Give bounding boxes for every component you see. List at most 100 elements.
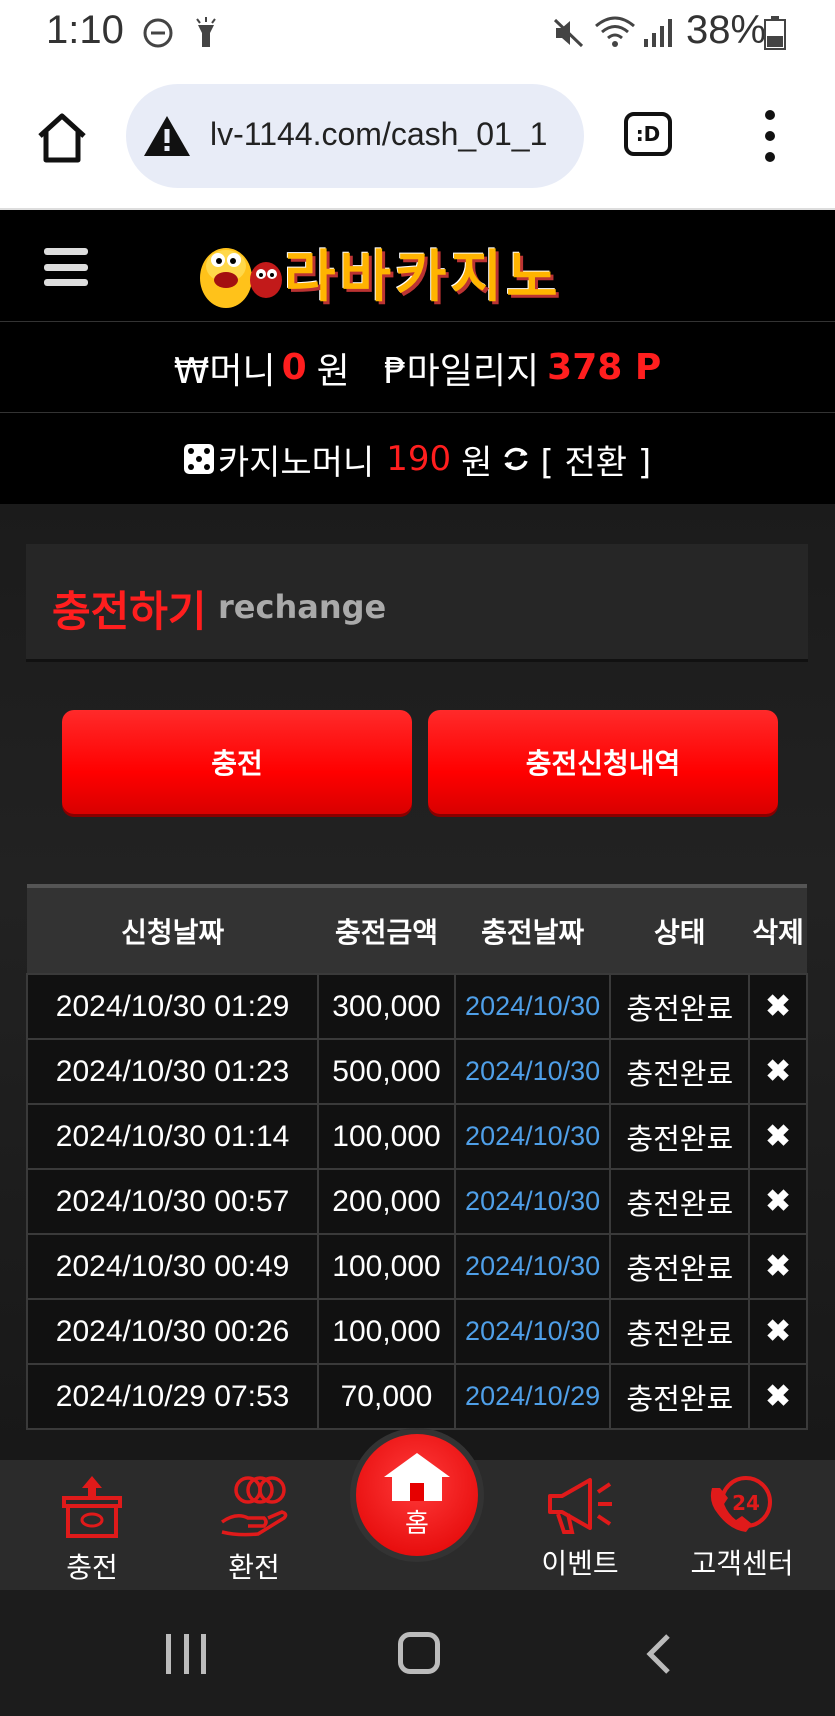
nav-exchange-label: 환전 (228, 1551, 280, 1584)
system-navigation-bar (0, 1590, 835, 1716)
home-icon (38, 113, 86, 163)
charge-history-button[interactable]: 충전신청내역 (428, 710, 778, 814)
tab-switcher-button[interactable]: :D (624, 112, 672, 156)
header-charge-date: 충전날짜 (454, 884, 611, 974)
browser-home-button[interactable] (32, 108, 92, 168)
main-content: 충전하기 rechange 충전 충전신청내역 신청날짜 충전금액 충전날짜 상… (0, 504, 835, 1460)
support-24-icon: 24 (710, 1476, 772, 1532)
table-row: 2024/10/30 00:26 100,000 2024/10/30 충전완료… (25, 1298, 808, 1365)
browser-menu-button[interactable] (760, 110, 780, 162)
browser-toolbar: lv-1144.com/cash_01_1 :D (0, 66, 835, 210)
refresh-icon[interactable] (500, 443, 532, 475)
charge-date-cell: 2024/10/30 (453, 1168, 612, 1235)
nav-event[interactable]: 이벤트 (520, 1474, 640, 1582)
battery-icon (764, 16, 786, 50)
convert-button[interactable]: [ 전환 ] (540, 435, 651, 484)
address-bar[interactable]: lv-1144.com/cash_01_1 (126, 84, 584, 188)
nav-home-button[interactable]: 홈 (350, 1428, 484, 1562)
request-date-cell: 2024/10/30 01:29 (25, 973, 320, 1040)
recent-apps-icon[interactable] (166, 1634, 206, 1674)
status-time: 1:10 (46, 8, 124, 52)
request-date-cell: 2024/10/30 01:23 (25, 1038, 320, 1105)
header-amount: 충전금액 (318, 884, 455, 974)
status-cell: 충전완료 (609, 1168, 751, 1235)
casino-money-unit: 원 (461, 442, 493, 483)
nav-event-label: 이벤트 (541, 1547, 619, 1580)
money-label: ₩머니 (173, 350, 276, 392)
bottom-navigation: 충전 환전 홈 이벤트 24 고객센터 (0, 1428, 835, 1590)
table-row: 2024/10/30 01:29 300,000 2024/10/30 충전완료… (25, 973, 808, 1040)
mileage-value: 378 P (547, 347, 662, 388)
charge-date-cell: 2024/10/30 (453, 1298, 612, 1365)
casino-money-value: 190 (386, 439, 452, 479)
header-status: 상태 (610, 884, 750, 974)
casino-money-row: 카지노머니 190 원 [ 전환 ] (0, 414, 835, 504)
table-row: 2024/10/30 00:49 100,000 2024/10/30 충전완료… (25, 1233, 808, 1300)
table-row: 2024/10/30 00:57 200,000 2024/10/30 충전완료… (25, 1168, 808, 1235)
coins-hand-icon (220, 1476, 288, 1537)
request-date-cell: 2024/10/30 00:26 (25, 1298, 320, 1365)
mileage-label: ₱마일리지 (383, 350, 540, 392)
request-date-cell: 2024/10/30 00:57 (25, 1168, 320, 1235)
nav-support-label: 고객센터 (690, 1547, 794, 1580)
table-header-row: 신청날짜 충전금액 충전날짜 상태 삭제 (27, 884, 807, 974)
home-icon (384, 1452, 450, 1501)
site-header: 라바카지노 (0, 212, 835, 322)
nav-charge[interactable]: 충전 (32, 1474, 152, 1586)
delete-icon[interactable]: ✖ (748, 1168, 808, 1235)
larva-mascot-icon (200, 248, 282, 308)
page-title: 충전하기 (52, 587, 207, 636)
megaphone-icon (548, 1478, 612, 1534)
dice-icon (183, 444, 214, 474)
svg-text:24: 24 (732, 1491, 760, 1515)
status-cell: 충전완료 (609, 973, 751, 1040)
nav-exchange[interactable]: 환전 (194, 1474, 314, 1586)
charge-box-icon (62, 1476, 122, 1538)
amount-cell: 200,000 (317, 1168, 456, 1235)
status-cell: 충전완료 (609, 1363, 751, 1430)
dnd-icon (142, 16, 174, 50)
request-date-cell: 2024/10/30 00:49 (25, 1233, 320, 1300)
charge-date-cell: 2024/10/30 (453, 973, 612, 1040)
delete-icon[interactable]: ✖ (748, 1363, 808, 1430)
charge-date-cell: 2024/10/29 (453, 1363, 612, 1430)
delete-icon[interactable]: ✖ (748, 1298, 808, 1365)
site-logo[interactable]: 라바카지노 (188, 224, 648, 312)
flashlight-icon (194, 16, 218, 50)
status-cell: 충전완료 (609, 1038, 751, 1105)
delete-icon[interactable]: ✖ (748, 1038, 808, 1105)
hamburger-menu-icon[interactable] (44, 248, 88, 286)
header-delete: 삭제 (749, 884, 807, 974)
table-row: 2024/10/30 01:14 100,000 2024/10/30 충전완료… (25, 1103, 808, 1170)
table-row: 2024/10/30 01:23 500,000 2024/10/30 충전완료… (25, 1038, 808, 1105)
delete-icon[interactable]: ✖ (748, 973, 808, 1040)
money-balance-row: ₩머니 0 원 ₱마일리지 378 P (0, 323, 835, 413)
logo-text: 라바카지노 (284, 245, 562, 310)
amount-cell: 100,000 (317, 1233, 456, 1300)
mute-icon (552, 16, 586, 50)
amount-cell: 100,000 (317, 1298, 456, 1365)
charge-date-cell: 2024/10/30 (453, 1038, 612, 1105)
casino-money-label: 카지노머니 (217, 442, 375, 483)
nav-support[interactable]: 24 고객센터 (682, 1474, 802, 1582)
url-text: lv-1144.com/cash_01_1 (210, 116, 548, 152)
table-row: 2024/10/29 07:53 70,000 2024/10/29 충전완료 … (25, 1363, 808, 1430)
section-header: 충전하기 rechange (26, 544, 808, 662)
amount-cell: 70,000 (317, 1363, 456, 1430)
amount-cell: 500,000 (317, 1038, 456, 1105)
page-subtitle: rechange (218, 588, 387, 626)
status-cell: 충전완료 (609, 1298, 751, 1365)
status-cell: 충전완료 (609, 1233, 751, 1300)
money-value: 0 (281, 347, 307, 388)
back-icon[interactable] (644, 1634, 672, 1674)
header-request-date: 신청날짜 (27, 884, 319, 974)
charge-button[interactable]: 충전 (62, 710, 412, 814)
system-home-icon[interactable] (398, 1632, 440, 1674)
wifi-icon (594, 16, 636, 50)
battery-percent: 38% (686, 8, 767, 52)
amount-cell: 100,000 (317, 1103, 456, 1170)
charge-date-cell: 2024/10/30 (453, 1233, 612, 1300)
delete-icon[interactable]: ✖ (748, 1233, 808, 1300)
delete-icon[interactable]: ✖ (748, 1103, 808, 1170)
warning-icon[interactable] (142, 114, 192, 158)
